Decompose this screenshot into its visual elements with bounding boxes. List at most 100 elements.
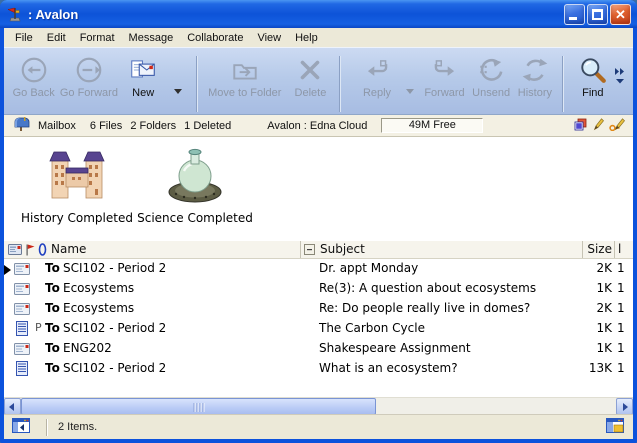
delete-icon	[294, 55, 326, 85]
scrollbar-thumb[interactable]	[21, 398, 376, 415]
deleted-count: 1 Deleted	[184, 120, 231, 132]
menu-collaborate[interactable]: Collaborate	[180, 30, 250, 46]
move-to-folder-icon	[229, 55, 261, 85]
toolbar-overflow-chevron-icon[interactable]	[613, 67, 628, 90]
shortcut-pane: History Completed Sci	[4, 137, 633, 241]
date-cell: 1	[617, 341, 625, 355]
pencil-key-icon[interactable]	[609, 117, 625, 134]
subject-cell: Re(3): A question about ecosystems	[319, 281, 536, 295]
move-to-folder-button[interactable]: Move to Folder	[203, 53, 287, 99]
message-list: To SCI102 - Period 2 Dr. appt Monday 2K …	[4, 259, 633, 397]
client-area: File Edit Format Message Collaborate Vie…	[4, 28, 633, 439]
menu-view[interactable]: View	[250, 30, 288, 46]
find-button[interactable]: Find	[573, 53, 613, 99]
firstclass-flag-icon	[6, 6, 23, 22]
maximize-icon[interactable]	[587, 4, 608, 25]
layout-squares-icon[interactable]	[574, 118, 587, 134]
document-icon	[16, 321, 28, 339]
go-back-icon	[18, 55, 50, 85]
column-divider[interactable]	[614, 241, 615, 258]
column-header-last[interactable]: l	[618, 242, 621, 256]
menu-help[interactable]: Help	[288, 30, 325, 46]
info-bar: Mailbox 6 Files 2 Folders 1 Deleted Aval…	[4, 115, 633, 137]
recipient-cell: SCI102 - Period 2	[63, 361, 166, 375]
date-cell: 1	[617, 361, 625, 375]
collapse-pane-icon[interactable]	[12, 418, 30, 436]
minus-box-icon[interactable]	[304, 244, 315, 258]
unsend-icon	[475, 55, 507, 85]
find-icon	[577, 55, 609, 85]
toolbar: Go Back Go Forward	[4, 47, 633, 115]
shortcut-science-completed[interactable]: Science Completed	[132, 147, 258, 225]
find-label: Find	[582, 87, 603, 99]
new-dropdown-arrow-icon[interactable]	[174, 89, 182, 94]
column-header-name[interactable]: Name	[51, 242, 86, 256]
message-row[interactable]: To SCI102 - Period 2 What is an ecosyste…	[4, 359, 633, 379]
to-label: To	[45, 321, 60, 335]
shortcut-history-completed[interactable]: History Completed	[14, 147, 140, 225]
history-icon	[519, 55, 551, 85]
message-row[interactable]: To SCI102 - Period 2 Dr. appt Monday 2K …	[4, 259, 633, 279]
column-divider[interactable]	[300, 241, 301, 258]
menu-message[interactable]: Message	[122, 30, 181, 46]
go-forward-label: Go Forward	[60, 87, 118, 99]
forward-icon	[429, 55, 461, 85]
menu-format[interactable]: Format	[73, 30, 122, 46]
expand-pane-icon[interactable]	[606, 418, 624, 436]
scroll-right-arrow-icon[interactable]	[616, 398, 633, 415]
go-back-button[interactable]: Go Back	[8, 53, 59, 99]
forward-button[interactable]: Forward	[420, 53, 470, 99]
message-row[interactable]: P To SCI102 - Period 2 The Carbon Cycle …	[4, 319, 633, 339]
message-row[interactable]: To ENG202 Shakespeare Assignment 1K 1	[4, 339, 633, 359]
toolbar-separator	[339, 56, 341, 112]
location-label: Mailbox	[38, 120, 76, 132]
reply-button[interactable]: Reply	[352, 53, 402, 99]
scrollbar-grip	[193, 403, 204, 412]
forward-label: Forward	[424, 87, 464, 99]
window-title: : Avalon	[28, 7, 78, 22]
go-forward-button[interactable]: Go Forward	[59, 53, 118, 99]
envelope-icon	[14, 303, 30, 318]
column-header-subject[interactable]: Subject	[320, 242, 365, 256]
subject-cell: Dr. appt Monday	[319, 261, 418, 275]
envelope-icon	[14, 283, 30, 298]
current-item-marker-icon	[4, 264, 11, 278]
to-label: To	[45, 341, 60, 355]
flag-icon[interactable]	[25, 244, 35, 259]
subject-cell: The Carbon Cycle	[319, 321, 425, 335]
delete-button[interactable]: Delete	[287, 53, 335, 99]
history-button[interactable]: History	[513, 53, 557, 99]
minimize-icon[interactable]	[564, 4, 585, 25]
column-header-size[interactable]: Size	[587, 242, 612, 256]
date-cell: 1	[617, 301, 625, 315]
message-row[interactable]: To Ecosystems Re: Do people really live …	[4, 299, 633, 319]
subject-cell: Re: Do people really live in domes?	[319, 301, 530, 315]
size-cell: 2K	[596, 261, 612, 275]
pencil-icon[interactable]	[592, 117, 604, 134]
column-divider[interactable]	[582, 241, 583, 258]
to-label: To	[45, 261, 60, 275]
flask-icon	[164, 147, 226, 207]
recipient-cell: Ecosystems	[63, 281, 134, 295]
go-back-label: Go Back	[13, 87, 55, 99]
recipient-cell: Ecosystems	[63, 301, 134, 315]
size-cell: 1K	[596, 321, 612, 335]
message-type-icon[interactable]	[8, 244, 22, 258]
menu-file[interactable]: File	[8, 30, 40, 46]
horizontal-scrollbar[interactable]	[4, 397, 633, 414]
subject-cell: Shakespeare Assignment	[319, 341, 471, 355]
new-button[interactable]: New	[118, 53, 168, 99]
menu-edit[interactable]: Edit	[40, 30, 73, 46]
size-cell: 1K	[596, 281, 612, 295]
scroll-left-arrow-icon[interactable]	[4, 398, 21, 415]
avalon-window: : Avalon ✕ File Edit Format Message Coll…	[0, 0, 637, 443]
statusbar-divider	[46, 419, 48, 436]
unsend-button[interactable]: Unsend	[469, 53, 513, 99]
attachment-icon[interactable]	[38, 243, 47, 259]
message-row[interactable]: To Ecosystems Re(3): A question about ec…	[4, 279, 633, 299]
mailbox-icon	[14, 117, 30, 135]
title-bar[interactable]: : Avalon ✕	[0, 0, 637, 28]
date-cell: 1	[617, 281, 625, 295]
close-icon[interactable]: ✕	[610, 4, 631, 25]
reply-dropdown-arrow-icon[interactable]	[406, 89, 414, 94]
